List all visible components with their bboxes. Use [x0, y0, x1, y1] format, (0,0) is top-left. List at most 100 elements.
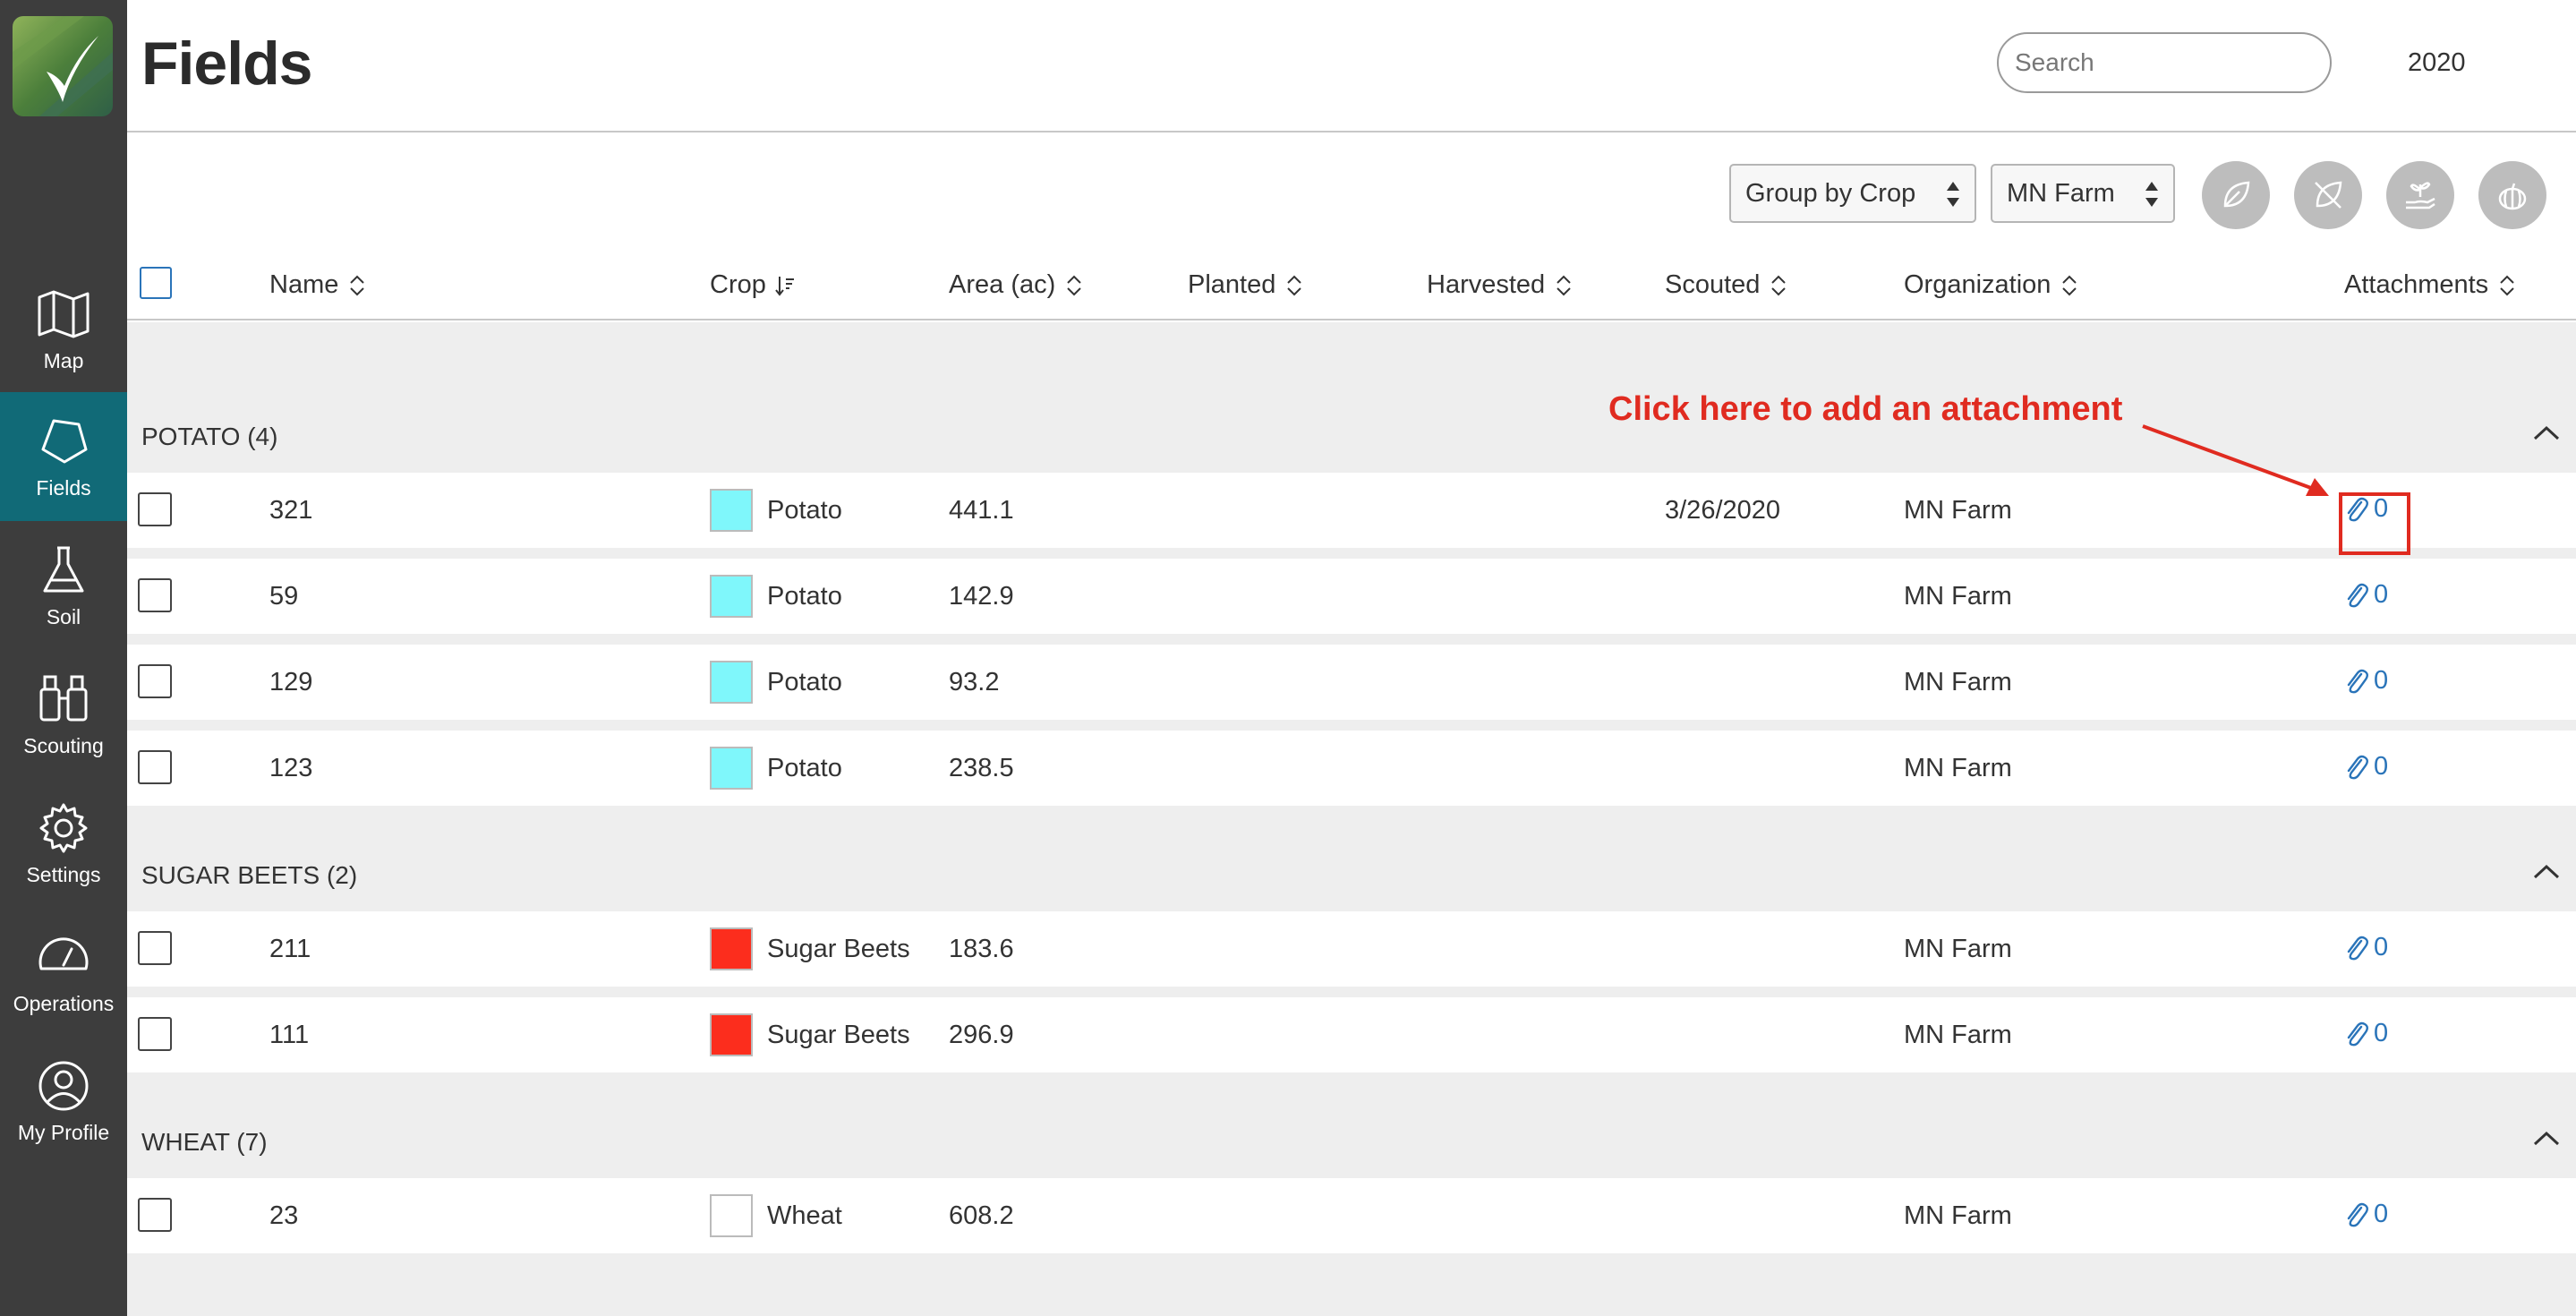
row-checkbox[interactable] — [138, 1198, 172, 1232]
attachment-link[interactable]: 0 — [2343, 1200, 2388, 1229]
organization: MN Farm — [1904, 582, 2012, 611]
table-row[interactable]: 59 Potato 142.9 MN Farm 0 — [127, 559, 2576, 634]
table-row[interactable]: 211 Sugar Beets 183.6 MN Farm 0 — [127, 911, 2576, 987]
sort-icon — [1771, 275, 1787, 295]
crop-name: Potato — [767, 496, 842, 525]
table-row[interactable]: 123 Potato 238.5 MN Farm 0 — [127, 731, 2576, 806]
row-checkbox[interactable] — [138, 750, 172, 784]
organization: MN Farm — [1904, 496, 2012, 525]
row-checkbox[interactable] — [138, 664, 172, 698]
group-by-value: Group by Crop — [1745, 178, 1916, 208]
harvest-button[interactable] — [2478, 161, 2546, 229]
pumpkin-icon — [2498, 183, 2527, 210]
sidebar-item-settings[interactable]: Settings — [0, 779, 127, 908]
row-checkbox[interactable] — [138, 931, 172, 965]
column-header-area[interactable]: Area (ac) — [949, 270, 1084, 300]
column-header-organization[interactable]: Organization — [1904, 270, 2079, 300]
attachment-count: 0 — [2374, 752, 2389, 781]
field-icon — [41, 419, 88, 463]
annotation-text: Click here to add an attachment — [1608, 390, 2123, 428]
sidebar-item-my-profile[interactable]: My Profile — [0, 1037, 127, 1166]
chevron-up-icon[interactable] — [2531, 1128, 2562, 1149]
crop-color-swatch — [710, 1194, 753, 1237]
crop-color-swatch — [710, 575, 753, 618]
area-value: 142.9 — [949, 582, 1014, 611]
attachment-count: 0 — [2374, 933, 2389, 961]
organization: MN Farm — [1904, 668, 2012, 696]
search-input[interactable] — [1997, 32, 2332, 93]
user-icon — [38, 1061, 89, 1110]
field-name: 23 — [269, 1201, 299, 1230]
sidebar-item-soil[interactable]: Soil — [0, 521, 127, 650]
table-row[interactable]: 129 Potato 93.2 MN Farm 0 — [127, 645, 2576, 720]
attachment-link[interactable]: 0 — [2343, 666, 2388, 696]
crop-name: Potato — [767, 754, 842, 782]
plant-button[interactable] — [2386, 161, 2454, 229]
attachment-count: 0 — [2374, 1200, 2389, 1228]
crop-color-swatch — [710, 1013, 753, 1056]
crop-name: Wheat — [767, 1201, 842, 1230]
sidebar-item-label: Soil — [46, 604, 81, 628]
field-name: 321 — [269, 496, 313, 525]
column-header-planted[interactable]: Planted — [1188, 270, 1304, 300]
column-header-scouted[interactable]: Scouted — [1665, 270, 1788, 300]
field-name: 59 — [269, 582, 299, 611]
organization: MN Farm — [1904, 935, 2012, 963]
sidebar-item-scouting[interactable]: Scouting — [0, 650, 127, 779]
table-row[interactable]: 23 Wheat 608.2 MN Farm 0 — [127, 1178, 2576, 1253]
chevron-up-icon[interactable] — [2531, 423, 2562, 444]
annotation-highlight-box — [2339, 492, 2410, 555]
organization: MN Farm — [1904, 1201, 2012, 1230]
column-header-attachments[interactable]: Attachments — [2344, 270, 2517, 300]
field-name: 211 — [269, 935, 311, 963]
organization: MN Farm — [1904, 754, 2012, 782]
row-checkbox[interactable] — [138, 492, 172, 526]
field-name: 111 — [269, 1021, 310, 1049]
app-logo[interactable] — [13, 16, 113, 116]
paperclip-icon — [2347, 1021, 2368, 1046]
row-checkbox[interactable] — [138, 578, 172, 612]
field-name: 129 — [269, 668, 313, 696]
table-header: Name Crop Area (ac) Planted Harvested Sc… — [127, 256, 2576, 320]
area-value: 296.9 — [949, 1021, 1014, 1049]
table-row[interactable]: 111 Sugar Beets 296.9 MN Farm 0 — [127, 997, 2576, 1072]
top-header: Fields 2020 — [127, 0, 2576, 132]
crop-name: Sugar Beets — [767, 1021, 910, 1049]
group-title: SUGAR BEETS (2) — [141, 861, 358, 889]
leaf-icon — [2223, 181, 2250, 208]
group-header[interactable]: WHEAT (7) — [127, 1107, 2576, 1178]
sort-icon — [350, 275, 365, 295]
sidebar-item-map[interactable]: Map — [0, 265, 127, 394]
group-header[interactable]: SUGAR BEETS (2) — [127, 840, 2576, 911]
crop-color-swatch — [710, 747, 753, 790]
area-value: 608.2 — [949, 1201, 1014, 1230]
crop-name: Potato — [767, 582, 842, 611]
paperclip-icon — [2347, 583, 2368, 607]
leaf-button[interactable] — [2202, 161, 2270, 229]
attachment-link[interactable]: 0 — [2343, 580, 2388, 610]
farm-select[interactable]: MN Farm — [1991, 164, 2175, 223]
group-title: POTATO (4) — [141, 423, 278, 450]
sidebar-item-operations[interactable]: Operations — [0, 908, 127, 1037]
attachment-link[interactable]: 0 — [2343, 1019, 2388, 1048]
year-selector[interactable]: 2020 — [2408, 48, 2466, 78]
attachment-count: 0 — [2374, 666, 2389, 695]
sidebar-item-fields[interactable]: Fields — [0, 392, 127, 521]
binoculars-icon — [39, 675, 88, 721]
area-value: 441.1 — [949, 496, 1014, 525]
select-all-checkbox[interactable] — [140, 267, 172, 299]
crop-color-swatch — [710, 489, 753, 532]
attachment-link[interactable]: 0 — [2343, 933, 2388, 962]
column-header-harvested[interactable]: Harvested — [1427, 270, 1574, 300]
attachment-link[interactable]: 0 — [2343, 752, 2388, 782]
chevron-up-icon[interactable] — [2531, 861, 2562, 883]
column-header-name[interactable]: Name — [269, 270, 367, 300]
row-checkbox[interactable] — [138, 1017, 172, 1051]
map-icon — [38, 290, 90, 338]
no-leaf-button[interactable] — [2294, 161, 2362, 229]
sidebar-item-label: My Profile — [17, 1120, 110, 1144]
group-by-select[interactable]: Group by Crop — [1729, 164, 1976, 223]
column-header-crop[interactable]: Crop — [710, 270, 795, 300]
page-title: Fields — [141, 30, 312, 98]
sidebar: Map Fields Soil Scouting Settings Operat… — [0, 0, 127, 1316]
